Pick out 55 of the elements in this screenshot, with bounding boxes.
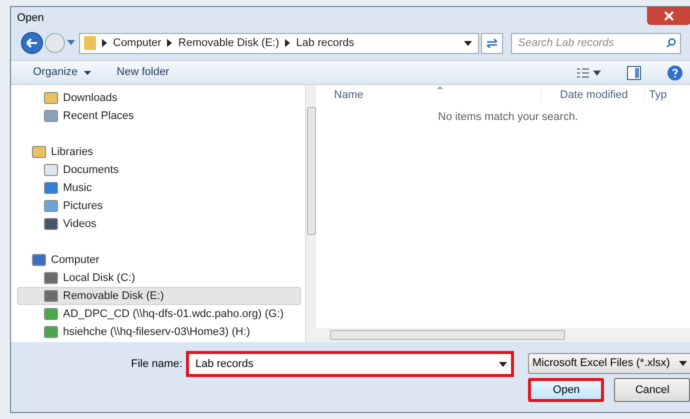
horizontal-scrollbar[interactable] [316, 328, 690, 342]
file-name-field[interactable]: Lab records [186, 351, 514, 377]
dialog-button[interactable]: Open [528, 378, 604, 402]
search-field[interactable]: Search Lab records [511, 32, 681, 54]
dialog-button[interactable]: Cancel [614, 378, 690, 402]
file-name-input[interactable]: Lab records [195, 356, 500, 372]
nav-item[interactable]: Downloads [17, 89, 301, 107]
nav-item[interactable]: Pictures [17, 197, 301, 215]
breadcrumb[interactable]: Lab records [296, 34, 354, 52]
nav-item[interactable]: Local Disk (C:) [17, 269, 301, 287]
file-type-dropdown[interactable]: Microsoft Excel Files (*.xlsx) [528, 353, 690, 374]
file-name-label: File name: [131, 357, 182, 372]
search-input[interactable]: Search Lab records [518, 34, 666, 52]
breadcrumb-arrow-icon [102, 39, 107, 47]
nav-item[interactable]: Documents [17, 161, 301, 179]
column-header[interactable]: Date modified [541, 86, 644, 104]
nav-item[interactable]: Videos [17, 215, 301, 233]
close-icon [664, 11, 674, 21]
help-icon[interactable] [667, 64, 683, 80]
address-bar[interactable]: Computer Removable Disk (E:) Lab records [79, 32, 479, 54]
empty-message: No items match your search. [438, 110, 579, 125]
dropdown-arrow-icon [679, 361, 688, 366]
close-button[interactable] [647, 7, 690, 25]
refresh-button[interactable] [481, 32, 503, 54]
breadcrumb[interactable]: Removable Disk (E:) [178, 34, 280, 52]
dropdown-arrow-icon [67, 40, 75, 46]
nav-item[interactable]: Recent Places [17, 107, 301, 125]
column-header[interactable]: Name [316, 86, 541, 104]
organize-button[interactable]: Organize [33, 64, 91, 81]
nav-item[interactable]: Removable Disk (E:) [17, 287, 301, 305]
breadcrumb-arrow-icon [285, 39, 290, 47]
refresh-icon [486, 38, 498, 48]
search-icon [666, 38, 676, 48]
breadcrumb-arrow-icon [167, 39, 172, 47]
scroll-thumb[interactable] [306, 107, 316, 235]
new-folder-button[interactable]: New folder [116, 64, 170, 81]
window-title: Open [17, 10, 44, 26]
nav-item[interactable]: Music [17, 179, 301, 197]
view-list-icon[interactable] [577, 68, 601, 78]
dropdown-arrow-icon [464, 40, 472, 46]
column-header[interactable]: Typ [644, 86, 667, 104]
sort-arrow-icon [437, 86, 443, 89]
caret-icon [84, 70, 91, 74]
nav-item[interactable]: hsiehche (\\hq-fileserv-03\Home3) (H:) [17, 323, 301, 341]
vertical-scrollbar[interactable] [305, 85, 316, 342]
scroll-thumb[interactable] [330, 330, 565, 340]
back-arrow-icon [26, 38, 38, 48]
nav-item[interactable]: Libraries [17, 143, 301, 161]
folder-icon [84, 36, 96, 50]
preview-pane-icon[interactable] [627, 66, 641, 80]
back-button[interactable] [21, 32, 43, 54]
breadcrumb[interactable]: Computer [113, 34, 162, 52]
dropdown-arrow-icon [499, 362, 508, 366]
nav-item[interactable]: Computer [17, 251, 301, 269]
nav-item[interactable]: AD_DPC_CD (\\hq-dfs-01.wdc.paho.org) (G:) [17, 305, 301, 323]
